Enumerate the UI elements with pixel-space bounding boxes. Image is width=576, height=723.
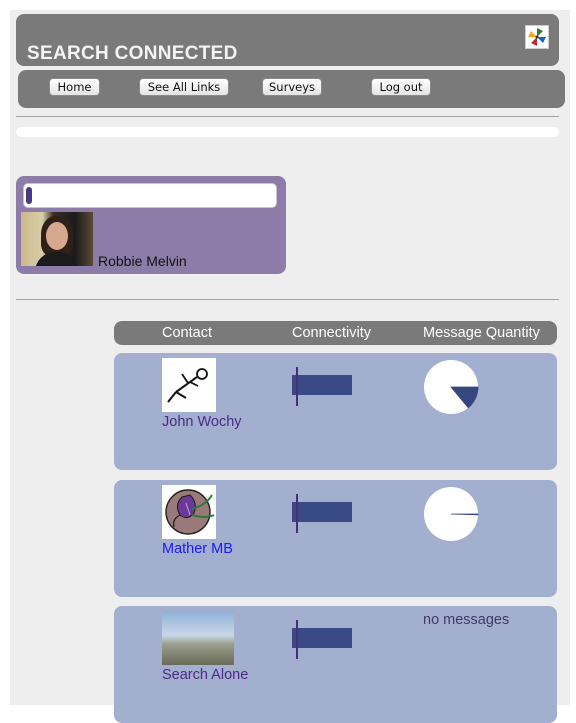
home-button[interactable]: Home (49, 78, 100, 96)
table-header: Contact Connectivity Message Quantity (114, 321, 557, 345)
app-header: SEARCH CONNECTED (16, 14, 559, 66)
contact-link[interactable]: Search Alone (162, 667, 248, 683)
flower-icon[interactable] (162, 485, 216, 539)
connectivity-bar-fill (292, 628, 352, 648)
connectivity-bar-fill (292, 375, 352, 395)
message-quantity-pie (424, 487, 479, 541)
table-row: John Wochy (114, 353, 557, 470)
surveys-button[interactable]: Surveys (262, 78, 322, 96)
connectivity-bar (292, 367, 352, 406)
profile-card: Robbie Melvin (16, 176, 286, 274)
profile-name: Robbie Melvin (98, 253, 187, 269)
avatar-shirt (35, 252, 79, 266)
column-header-message-quantity: Message Quantity (423, 325, 540, 341)
blank-bar (16, 127, 559, 137)
divider (16, 116, 559, 117)
message-quantity-pie (424, 360, 479, 414)
status-progress-fill (26, 187, 32, 204)
table-row: Mather MB (114, 480, 557, 597)
site-title: SEARCH CONNECTED (27, 43, 238, 64)
contact-link[interactable]: Mather MB (162, 541, 233, 557)
connectivity-bar-fill (292, 502, 352, 522)
page: SEARCH CONNECTED Home See All Links Surv… (10, 10, 570, 723)
message-quantity-text: no messages (423, 612, 510, 628)
connectivity-bar (292, 620, 352, 659)
see-all-links-button[interactable]: See All Links (139, 78, 229, 96)
column-header-contact: Contact (162, 325, 212, 341)
landscape-photo[interactable] (162, 611, 234, 665)
stick-figure-icon[interactable] (162, 358, 216, 412)
status-input[interactable] (23, 183, 277, 208)
avatar-face (46, 222, 68, 250)
avatar[interactable] (21, 212, 93, 266)
log-out-button[interactable]: Log out (371, 78, 431, 96)
nav-bar: Home See All Links Surveys Log out (18, 70, 565, 108)
table-row: Search Alone no messages (114, 606, 557, 723)
connectivity-bar (292, 494, 352, 533)
contact-link[interactable]: John Wochy (162, 414, 242, 430)
pinwheel-logo-icon[interactable] (525, 25, 549, 49)
divider (16, 299, 559, 300)
column-header-connectivity: Connectivity (292, 325, 371, 341)
